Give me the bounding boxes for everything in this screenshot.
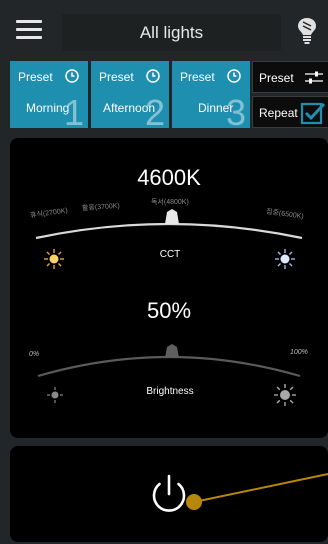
cct-slider[interactable] — [10, 138, 328, 258]
repeat-label: Repeat — [259, 106, 298, 120]
preset-label: Preset — [18, 70, 53, 84]
brightness-value: 50% — [146, 298, 192, 323]
bright-sun-icon — [274, 384, 296, 406]
preset-morning-button[interactable]: Preset 1 Morning — [10, 61, 88, 128]
preset-name: Morning — [26, 101, 70, 115]
power-panel — [10, 446, 328, 542]
power-slider-knob — [186, 494, 202, 510]
preset-label: Preset — [99, 70, 134, 84]
preset-name: Dinner — [198, 101, 234, 115]
clock-icon — [64, 68, 80, 84]
page-title: All lights — [62, 14, 281, 51]
clock-icon — [145, 68, 161, 84]
top-bar: All lights — [0, 0, 328, 58]
cct-caption: CCT — [159, 249, 181, 260]
preset-settings-button[interactable]: Preset — [252, 61, 328, 93]
hamburger-icon[interactable] — [16, 20, 42, 40]
preset-settings-label: Preset — [259, 71, 294, 85]
repeat-toggle[interactable]: Repeat — [252, 96, 328, 128]
power-slider[interactable] — [186, 466, 328, 526]
light-bulb-icon[interactable] — [296, 16, 318, 46]
preset-row: Preset 1 Morning Preset 2 Afternoon Pres… — [10, 61, 328, 128]
brightness-slider[interactable] — [10, 333, 328, 423]
preset-afternoon-button[interactable]: Preset 2 Afternoon — [91, 61, 169, 128]
control-panel: 4600K 휴식(2700K) 활동(3700K) 독서(4800K) 집중(6… — [10, 138, 328, 438]
brightness-slider-thumb — [165, 344, 179, 358]
cool-light-icon — [275, 249, 295, 269]
dim-sun-icon — [47, 387, 63, 403]
preset-label: Preset — [180, 70, 215, 84]
repeat-checkbox-icon — [300, 102, 326, 125]
clock-icon — [226, 68, 242, 84]
cct-slider-thumb — [165, 209, 179, 224]
brightness-caption: Brightness — [146, 386, 194, 397]
warm-light-icon — [44, 249, 64, 269]
preset-dinner-button[interactable]: Preset 3 Dinner — [172, 61, 250, 128]
preset-name: Afternoon — [103, 101, 156, 115]
power-icon[interactable] — [149, 474, 189, 516]
sliders-icon — [305, 71, 323, 84]
